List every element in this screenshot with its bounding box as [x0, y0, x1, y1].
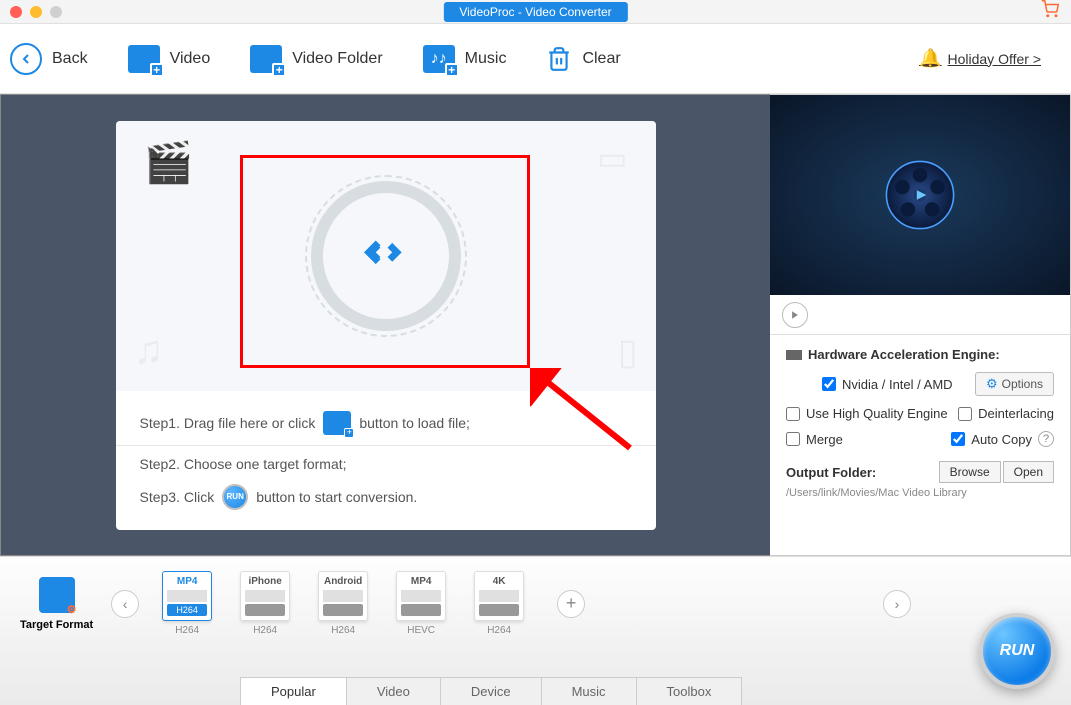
tab-video[interactable]: Video	[346, 677, 441, 705]
maximize-window-button[interactable]	[50, 6, 62, 18]
step2-text: Step2. Choose one target format;	[140, 456, 347, 472]
folder-icon: +	[250, 45, 282, 73]
back-label: Back	[52, 50, 88, 68]
help-icon[interactable]: ?	[1038, 431, 1054, 447]
tab-device[interactable]: Device	[440, 677, 542, 705]
gear-icon: ⚙	[986, 376, 998, 392]
deco-avi-icon: ▭	[597, 139, 627, 177]
titlebar: VideoProc - Video Converter	[0, 0, 1071, 24]
step3-text-a: Step3. Click	[140, 489, 215, 505]
back-button[interactable]: Back	[10, 43, 88, 75]
steps-panel: Step1. Drag file here or click + button …	[116, 391, 656, 530]
format-item-mp4[interactable]: MP4 HEVC	[391, 571, 451, 636]
format-item-android[interactable]: Android H264	[313, 571, 373, 636]
traffic-lights	[0, 6, 62, 18]
formats-next-button[interactable]: ›	[883, 590, 911, 618]
target-format-icon: ⚙	[39, 577, 75, 613]
deco-clapper-icon: 🎬	[144, 139, 194, 186]
format-strip: ⚙ Target Format ‹ MP4H264H264 iPhone H264…	[0, 557, 1071, 636]
holiday-offer-link[interactable]: 🔔 Holiday Offer >	[919, 48, 1041, 69]
tab-popular[interactable]: Popular	[240, 677, 347, 705]
bottom-panel: ⚙ Target Format ‹ MP4H264H264 iPhone H264…	[0, 556, 1071, 705]
high-quality-checkbox[interactable]: Use High Quality Engine	[786, 406, 948, 421]
main-area: 🎬 ▭ ♫ ▯ Step1. Drag file here or click +…	[0, 94, 1071, 556]
upload-arrow-icon	[354, 224, 417, 287]
add-video-folder-button[interactable]: + Video Folder	[250, 45, 382, 73]
output-path: /Users/link/Movies/Mac Video Library	[786, 487, 1054, 499]
nvidia-checkbox[interactable]: Nvidia / Intel / AMD	[822, 377, 953, 392]
deco-ipod-icon: ▯	[618, 331, 638, 373]
format-item-mp4[interactable]: MP4H264H264	[157, 571, 217, 636]
step-2: Step2. Choose one target format;	[140, 450, 632, 478]
add-format-button[interactable]: +	[557, 590, 585, 618]
trash-icon	[546, 45, 572, 73]
format-item-iphone[interactable]: iPhone H264	[235, 571, 295, 636]
options-button[interactable]: ⚙ Options	[975, 372, 1054, 396]
holiday-label: Holiday Offer >	[947, 51, 1041, 67]
step1-text-a: Step1. Drag file here or click	[140, 415, 316, 431]
drop-zone[interactable]: 🎬 ▭ ♫ ▯	[116, 121, 656, 391]
tab-toolbox[interactable]: Toolbox	[636, 677, 743, 705]
chip-icon	[786, 350, 802, 360]
deco-note-icon: ♫	[134, 328, 164, 373]
drop-ring	[311, 181, 461, 331]
tab-music[interactable]: Music	[541, 677, 637, 705]
output-folder-label: Output Folder:	[786, 465, 876, 480]
target-format-button[interactable]: ⚙ Target Format	[20, 577, 93, 631]
settings-panel: Hardware Acceleration Engine: Nvidia / I…	[770, 335, 1070, 555]
clear-button[interactable]: Clear	[546, 45, 620, 73]
music-label: Music	[465, 50, 507, 68]
gear-icon: ⚙	[65, 603, 79, 617]
window-title: VideoProc - Video Converter	[443, 2, 627, 22]
browse-button[interactable]: Browse	[939, 461, 1001, 483]
toolbar: Back + Video + Video Folder ♪♪+ Music Cl…	[0, 24, 1071, 94]
add-video-button[interactable]: + Video	[128, 45, 211, 73]
video-file-icon: +	[128, 45, 160, 73]
run-button[interactable]: RUN	[979, 613, 1055, 689]
clear-label: Clear	[582, 50, 620, 68]
run-icon-inline: RUN	[222, 484, 248, 510]
video-label: Video	[170, 50, 211, 68]
play-button[interactable]	[782, 302, 808, 328]
video-folder-label: Video Folder	[292, 50, 382, 68]
right-panel: Hardware Acceleration Engine: Nvidia / I…	[770, 94, 1071, 556]
merge-checkbox[interactable]: Merge	[786, 432, 843, 447]
preview-area	[770, 95, 1070, 295]
step-1: Step1. Drag file here or click + button …	[140, 405, 632, 441]
format-item-4k[interactable]: 4K H264	[469, 571, 529, 636]
open-button[interactable]: Open	[1003, 461, 1054, 483]
music-icon: ♪♪+	[423, 45, 455, 73]
left-panel: 🎬 ▭ ♫ ▯ Step1. Drag file here or click +…	[0, 94, 770, 556]
cart-icon[interactable]	[1041, 0, 1059, 23]
playback-controls	[770, 295, 1070, 335]
auto-copy-checkbox[interactable]: Auto Copy	[951, 432, 1032, 447]
formats-prev-button[interactable]: ‹	[111, 590, 139, 618]
instruction-card: 🎬 ▭ ♫ ▯ Step1. Drag file here or click +…	[116, 121, 656, 530]
film-reel-icon	[880, 155, 960, 235]
format-tabs: PopularVideoDeviceMusicToolbox	[240, 677, 741, 705]
deinterlacing-checkbox[interactable]: Deinterlacing	[958, 406, 1054, 421]
step3-text-b: button to start conversion.	[256, 489, 417, 505]
hw-accel-title: Hardware Acceleration Engine:	[786, 347, 1054, 362]
minimize-window-button[interactable]	[30, 6, 42, 18]
step1-text-b: button to load file;	[359, 415, 470, 431]
back-arrow-icon	[10, 43, 42, 75]
add-music-button[interactable]: ♪♪+ Music	[423, 45, 507, 73]
bell-icon: 🔔	[919, 48, 941, 69]
video-file-icon-inline: +	[323, 411, 351, 435]
step-3: Step3. Click RUN button to start convers…	[140, 478, 632, 516]
close-window-button[interactable]	[10, 6, 22, 18]
